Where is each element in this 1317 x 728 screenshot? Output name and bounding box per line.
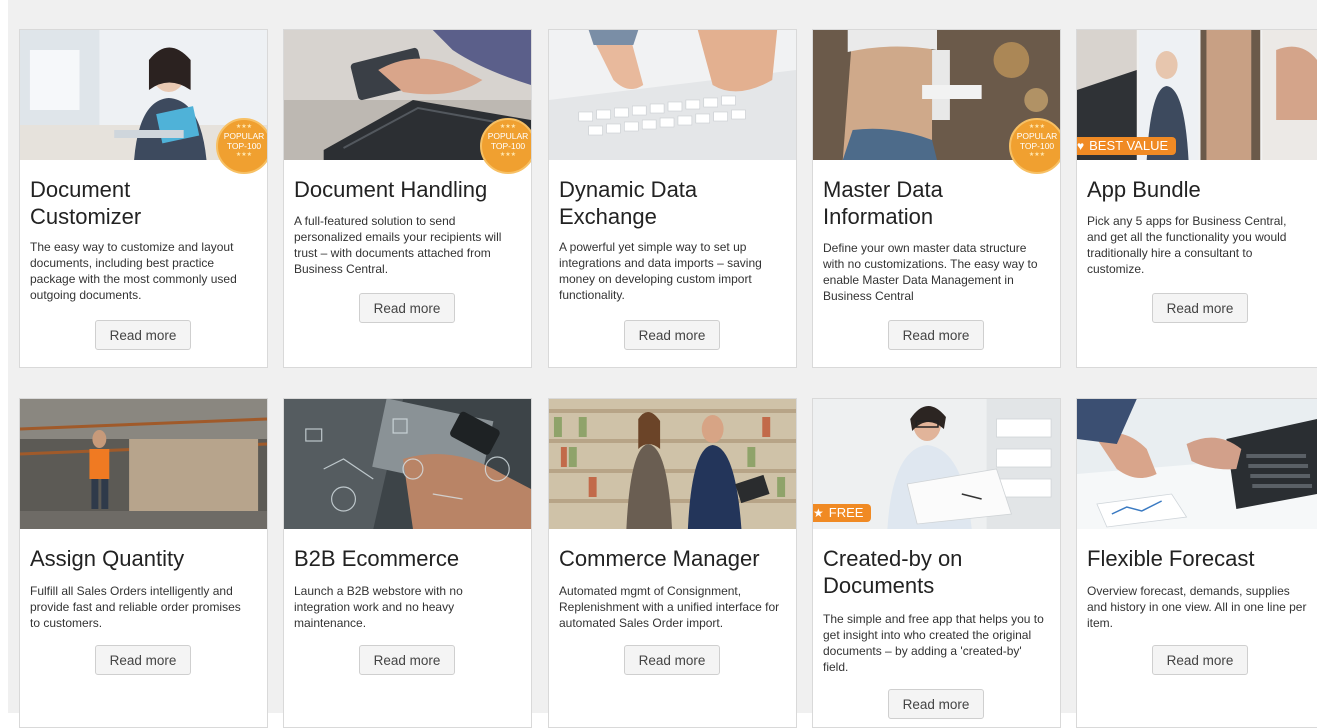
- badge-label: POPULAR TOP-100: [223, 131, 265, 151]
- popular-top-100-badge: ★★★ POPULAR TOP-100 ★★★: [216, 118, 267, 174]
- app-card-created-by-on-documents: ★ FREE Created-by on Documents The simple…: [812, 398, 1061, 728]
- heart-icon: ♥: [1077, 139, 1085, 153]
- popular-top-100-badge: ★★★ POPULAR TOP-100 ★★★: [480, 118, 531, 174]
- card-description: A full-featured solution to send persona…: [294, 214, 502, 276]
- app-grid: ★★★ POPULAR TOP-100 ★★★ Document Customi…: [0, 0, 1317, 728]
- card-title: Assign Quantity: [30, 546, 185, 571]
- app-card-document-handling: ★★★ POPULAR TOP-100 ★★★ Document Handlin…: [283, 29, 532, 368]
- card-title: Document Handling: [294, 177, 488, 202]
- card-description: A powerful yet simple way to set up inte…: [559, 240, 762, 302]
- card-description: Automated mgmt of Consignment, Replenish…: [559, 584, 780, 630]
- card-title: Document Customizer: [30, 177, 142, 229]
- card-description: Fulfill all Sales Orders intelligently a…: [30, 584, 241, 630]
- card-title: Flexible Forecast: [1087, 546, 1255, 571]
- read-more-button[interactable]: Read more: [1152, 645, 1248, 675]
- app-card-b2b-ecommerce: B2B Ecommerce Launch a B2B webstore with…: [283, 398, 532, 728]
- card-description: The easy way to customize and layout doc…: [30, 240, 237, 302]
- card-image: [1077, 399, 1317, 529]
- card-title: Dynamic Data Exchange: [559, 177, 698, 229]
- card-image: [20, 399, 267, 529]
- read-more-button[interactable]: Read more: [888, 320, 984, 350]
- badge-label: POPULAR TOP-100: [1016, 131, 1058, 151]
- app-card-app-bundle: ♥ BEST VALUE App Bundle Pick any 5 apps f…: [1076, 29, 1317, 368]
- card-image: [549, 30, 796, 160]
- app-card-commerce-manager: Commerce Manager Automated mgmt of Consi…: [548, 398, 797, 728]
- card-description: Pick any 5 apps for Business Central, an…: [1087, 214, 1287, 276]
- read-more-button[interactable]: Read more: [624, 320, 720, 350]
- card-image: [549, 399, 796, 529]
- card-title: Created-by on Documents: [823, 546, 963, 598]
- card-title: App Bundle: [1087, 177, 1201, 202]
- app-card-assign-quantity: Assign Quantity Fulfill all Sales Orders…: [19, 398, 268, 728]
- card-description: Define your own master data structure wi…: [823, 241, 1038, 303]
- card-description: Launch a B2B webstore with no integratio…: [294, 584, 463, 630]
- popular-top-100-badge: ★★★ POPULAR TOP-100 ★★★: [1009, 118, 1060, 174]
- read-more-button[interactable]: Read more: [359, 293, 455, 323]
- read-more-button[interactable]: Read more: [624, 645, 720, 675]
- best-value-ribbon: ♥ BEST VALUE: [1077, 137, 1177, 155]
- card-description: Overview forecast, demands, supplies and…: [1087, 584, 1307, 630]
- badge-label: POPULAR TOP-100: [487, 131, 529, 151]
- read-more-button[interactable]: Read more: [95, 645, 191, 675]
- card-image: [284, 399, 531, 529]
- card-title: B2B Ecommerce: [294, 546, 460, 571]
- read-more-button[interactable]: Read more: [359, 645, 455, 675]
- card-title: Commerce Manager: [559, 546, 760, 571]
- read-more-button[interactable]: Read more: [1152, 293, 1248, 323]
- ribbon-label: FREE: [828, 505, 864, 520]
- free-ribbon: ★ FREE: [813, 504, 872, 522]
- app-card-dynamic-data-exchange: Dynamic Data Exchange A powerful yet sim…: [548, 29, 797, 368]
- card-title: Master Data Information: [823, 177, 943, 229]
- app-card-flexible-forecast: Flexible Forecast Overview forecast, dem…: [1076, 398, 1317, 728]
- app-card-master-data-information: ★★★ POPULAR TOP-100 ★★★ Master Data Info…: [812, 29, 1061, 368]
- card-description: The simple and free app that helps you t…: [823, 612, 1044, 674]
- star-icon: ★: [813, 506, 824, 520]
- ribbon-label: BEST VALUE: [1089, 138, 1169, 153]
- read-more-button[interactable]: Read more: [888, 689, 984, 719]
- read-more-button[interactable]: Read more: [95, 320, 191, 350]
- app-card-document-customizer: ★★★ POPULAR TOP-100 ★★★ Document Customi…: [19, 29, 268, 368]
